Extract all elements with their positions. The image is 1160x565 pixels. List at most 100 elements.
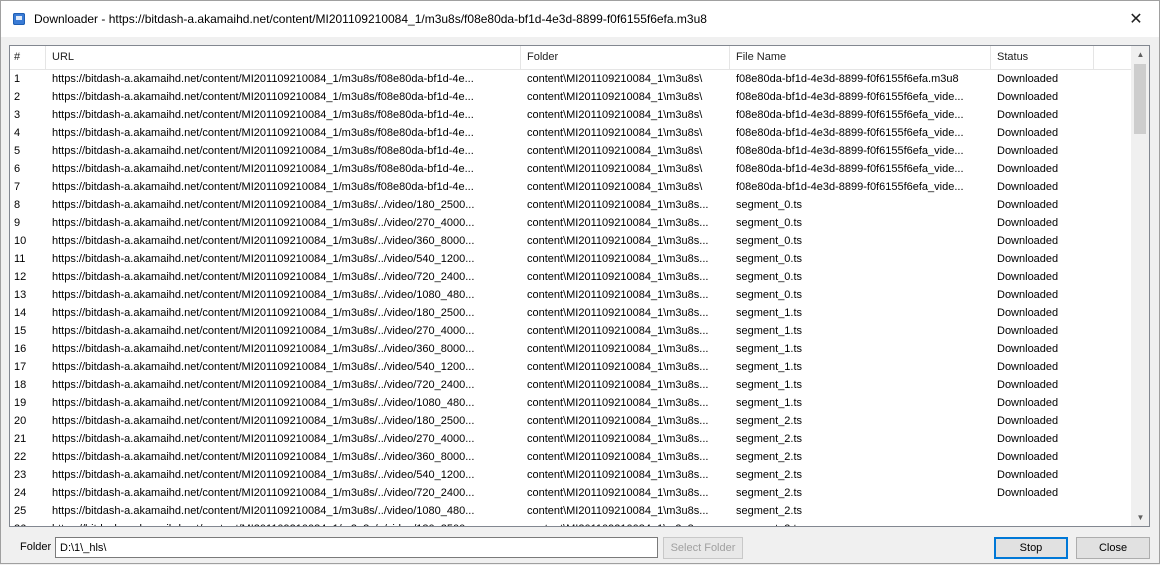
- table-row[interactable]: 17 https://bitdash-a.akamaihd.net/content…: [10, 358, 1134, 376]
- row-index: 26: [10, 520, 46, 526]
- folder-input[interactable]: [55, 537, 658, 558]
- row-status: Downloaded: [997, 487, 1059, 499]
- row-url: https://bitdash-a.akamaihd.net/content/M…: [52, 109, 474, 121]
- row-file-name: segment_1.ts: [736, 379, 803, 391]
- table-row[interactable]: 26https://bitdash-a.akamaihd.net/content…: [10, 520, 1134, 526]
- table-row[interactable]: 24 https://bitdash-a.akamaihd.net/content…: [10, 484, 1134, 502]
- row-status: Downloaded: [997, 109, 1059, 121]
- row-index: 20: [14, 415, 27, 427]
- row-status: Downloaded: [997, 91, 1059, 103]
- row-index: 25: [14, 505, 27, 517]
- row-index: 6: [14, 163, 21, 175]
- column-header-file-name[interactable]: File Name: [730, 46, 991, 69]
- column-header-folder[interactable]: Folder: [521, 46, 730, 69]
- table-row[interactable]: 1 https://bitdash-a.akamaihd.net/content/…: [10, 70, 1134, 88]
- row-folder: content\MI201109210084_1\m3u8s...: [527, 307, 709, 319]
- table-row[interactable]: 25 https://bitdash-a.akamaihd.net/content…: [10, 502, 1134, 520]
- row-status: Downloaded: [997, 235, 1059, 247]
- table-row[interactable]: 16 https://bitdash-a.akamaihd.net/content…: [10, 340, 1134, 358]
- row-file-name: segment_1.ts: [736, 361, 803, 373]
- row-index: 2: [14, 91, 21, 103]
- table-row[interactable]: 9 https://bitdash-a.akamaihd.net/content/…: [10, 214, 1134, 232]
- download-list[interactable]: # URL Folder File Name Status 1 https://b…: [9, 45, 1150, 527]
- row-status: Downloaded: [997, 217, 1059, 229]
- row-status: Downloaded: [997, 307, 1059, 319]
- row-folder: content\MI201109210084_1\m3u8s...: [527, 505, 709, 517]
- window-close-button[interactable]: ✕: [1113, 1, 1159, 37]
- column-header-status[interactable]: Status: [991, 46, 1094, 69]
- chevron-down-icon[interactable]: ▼: [1132, 509, 1149, 526]
- row-folder: content\MI201109210084_1\m3u8s\: [527, 73, 703, 85]
- row-file-name: segment_2.ts: [736, 505, 803, 517]
- bottom-bar: Folder Select Folder Stop Close: [1, 531, 1159, 565]
- table-row[interactable]: 12 https://bitdash-a.akamaihd.net/content…: [10, 268, 1134, 286]
- close-button[interactable]: Close: [1076, 537, 1150, 559]
- row-url: https://bitdash-a.akamaihd.net/content/M…: [52, 127, 474, 139]
- table-row[interactable]: 2 https://bitdash-a.akamaihd.net/content/…: [10, 88, 1134, 106]
- stop-button[interactable]: Stop: [994, 537, 1068, 559]
- table-row[interactable]: 5 https://bitdash-a.akamaihd.net/content/…: [10, 142, 1134, 160]
- table-row[interactable]: 3 https://bitdash-a.akamaihd.net/content/…: [10, 106, 1134, 124]
- table-row[interactable]: 21 https://bitdash-a.akamaihd.net/content…: [10, 430, 1134, 448]
- row-index: 14: [14, 307, 27, 319]
- row-status: Downloaded: [997, 145, 1059, 157]
- row-file-name: segment_2.ts: [736, 433, 803, 445]
- row-index: 17: [14, 361, 27, 373]
- row-url: https://bitdash-a.akamaihd.net/content/M…: [52, 271, 475, 283]
- row-file-name: segment_2.ts: [736, 487, 803, 499]
- row-file-name: f08e80da-bf1d-4e3d-8899-f0f6155f6efa_vid…: [736, 181, 964, 193]
- row-folder: content\MI201109210084_1\m3u8s...: [527, 235, 709, 247]
- table-row[interactable]: 10 https://bitdash-a.akamaihd.net/content…: [10, 232, 1134, 250]
- row-file-name: segment_1.ts: [736, 343, 803, 355]
- table-row[interactable]: 18 https://bitdash-a.akamaihd.net/content…: [10, 376, 1134, 394]
- row-folder: content\MI201109210084_1\m3u8s...: [527, 217, 709, 229]
- row-file-name: segment_0.ts: [736, 253, 803, 265]
- table-row[interactable]: 22 https://bitdash-a.akamaihd.net/content…: [10, 448, 1134, 466]
- select-folder-button[interactable]: Select Folder: [663, 537, 743, 559]
- app-icon: [13, 13, 25, 25]
- table-row[interactable]: 4 https://bitdash-a.akamaihd.net/content/…: [10, 124, 1134, 142]
- row-url: https://bitdash-a.akamaihd.net/content/M…: [52, 505, 475, 517]
- table-row[interactable]: 6 https://bitdash-a.akamaihd.net/content/…: [10, 160, 1134, 178]
- row-url: https://bitdash-a.akamaihd.net/content/M…: [52, 91, 474, 103]
- row-index: 12: [14, 271, 27, 283]
- table-row[interactable]: 14 https://bitdash-a.akamaihd.net/content…: [10, 304, 1134, 322]
- table-row[interactable]: 8 https://bitdash-a.akamaihd.net/content/…: [10, 196, 1134, 214]
- row-index: 9: [14, 217, 21, 229]
- row-folder: content\MI201109210084_1\m3u8s\: [527, 127, 703, 139]
- row-status: Downloaded: [997, 163, 1059, 175]
- row-file-name: f08e80da-bf1d-4e3d-8899-f0f6155f6efa_vid…: [736, 109, 964, 121]
- row-folder: content\MI201109210084_1\m3u8s...: [527, 451, 709, 463]
- row-file-name: f08e80da-bf1d-4e3d-8899-f0f6155f6efa_vid…: [736, 91, 964, 103]
- row-status: Downloaded: [997, 343, 1059, 355]
- table-row[interactable]: 7 https://bitdash-a.akamaihd.net/content/…: [10, 178, 1134, 196]
- table-row[interactable]: 11 https://bitdash-a.akamaihd.net/content…: [10, 250, 1134, 268]
- column-header-index[interactable]: #: [10, 46, 46, 69]
- row-folder: content\MI201109210084_1\m3u8s...: [527, 271, 709, 283]
- row-index: 23: [14, 469, 27, 481]
- row-folder: content\MI201109210084_1\m3u8s...: [527, 289, 709, 301]
- table-row[interactable]: 20 https://bitdash-a.akamaihd.net/content…: [10, 412, 1134, 430]
- table-row[interactable]: 15 https://bitdash-a.akamaihd.net/content…: [10, 322, 1134, 340]
- scrollbar-thumb[interactable]: [1134, 64, 1146, 134]
- row-folder: content\MI201109210084_1\m3u8s...: [527, 199, 709, 211]
- row-file-name: f08e80da-bf1d-4e3d-8899-f0f6155f6efa.m3u…: [736, 73, 959, 85]
- row-url: https://bitdash-a.akamaihd.net/content/M…: [52, 379, 475, 391]
- row-index: 7: [14, 181, 21, 193]
- table-row[interactable]: 19 https://bitdash-a.akamaihd.net/content…: [10, 394, 1134, 412]
- table-row[interactable]: 23 https://bitdash-a.akamaihd.net/content…: [10, 466, 1134, 484]
- vertical-scrollbar[interactable]: ▲ ▼: [1131, 46, 1149, 526]
- row-folder: content\MI201109210084_1\m3u8s\: [527, 109, 703, 121]
- table-row[interactable]: 13 https://bitdash-a.akamaihd.net/content…: [10, 286, 1134, 304]
- column-header-url[interactable]: URL: [46, 46, 521, 69]
- row-url: https://bitdash-a.akamaihd.net/content/M…: [52, 217, 475, 229]
- row-folder: content\MI201109210084_1\m3u8s\: [527, 163, 703, 175]
- window-title: Downloader - https://bitdash-a.akamaihd.…: [34, 12, 707, 26]
- row-index: 21: [14, 433, 27, 445]
- chevron-up-icon[interactable]: ▲: [1132, 46, 1149, 63]
- row-status: Downloaded: [997, 73, 1059, 85]
- row-status: Downloaded: [997, 199, 1059, 211]
- row-index: 10: [14, 235, 27, 247]
- row-file-name: segment_0.ts: [736, 235, 803, 247]
- folder-label: Folder: [20, 541, 52, 553]
